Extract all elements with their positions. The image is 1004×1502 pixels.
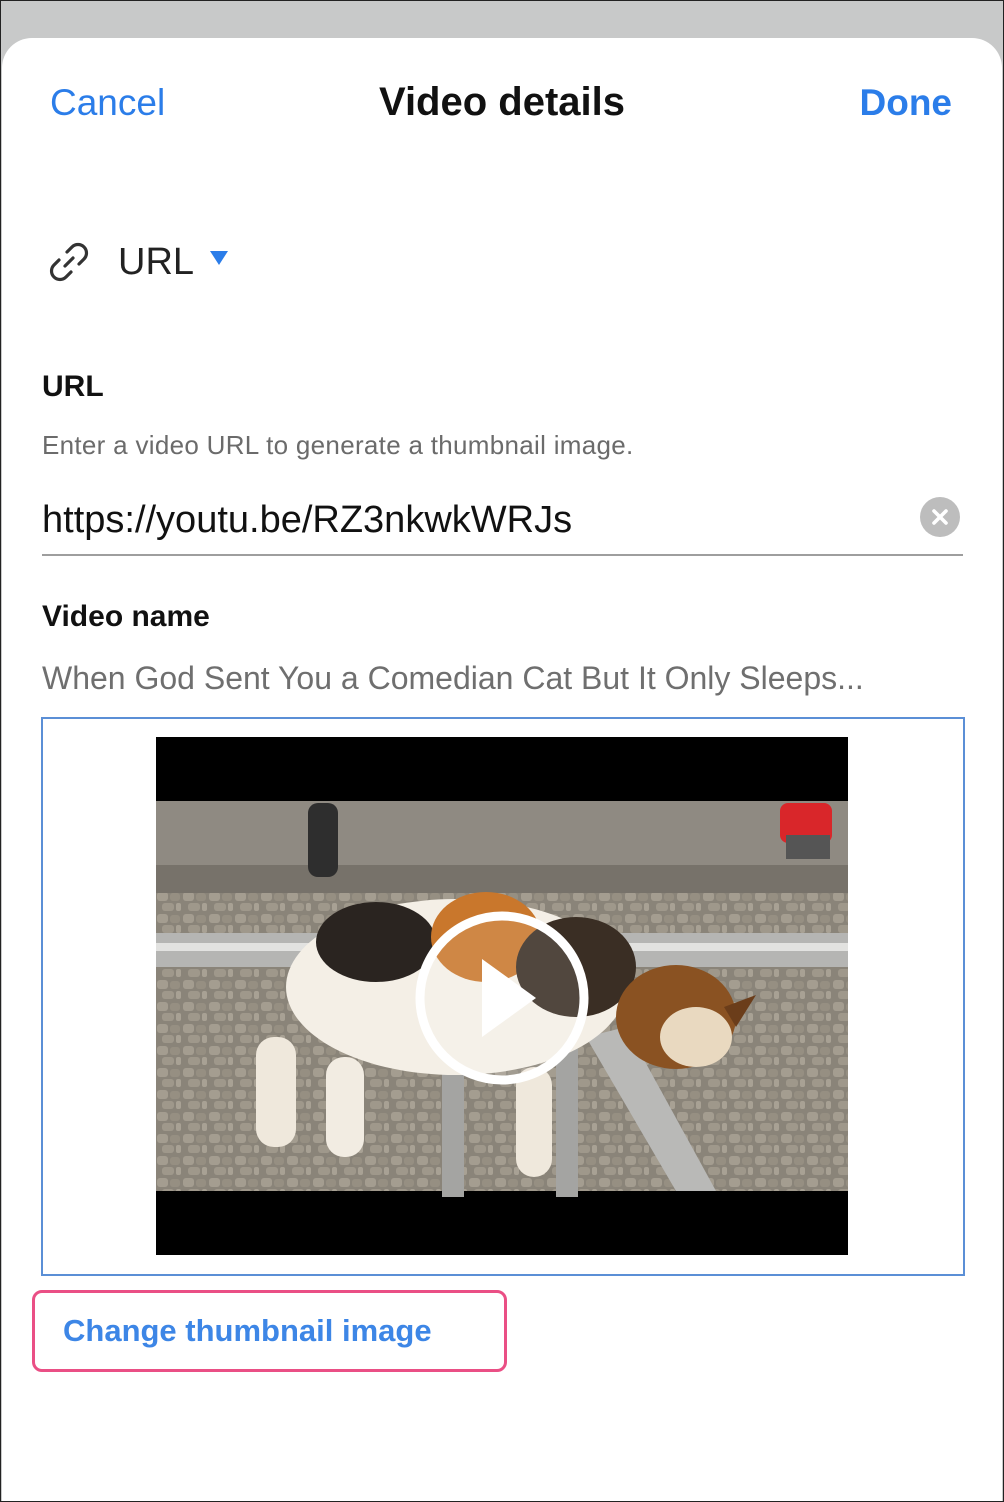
url-input[interactable]	[42, 490, 902, 550]
url-help-text: Enter a video URL to generate a thumbnai…	[42, 430, 634, 460]
video-name-value: When God Sent You a Comedian Cat But It …	[42, 660, 864, 696]
link-icon	[44, 237, 94, 287]
thumbnail-image	[156, 737, 848, 1255]
video-name-label: Video name	[42, 600, 210, 633]
change-thumbnail-button[interactable]: Change thumbnail image	[32, 1290, 507, 1372]
source-type-label: URL	[118, 240, 195, 283]
page-title: Video details	[378, 80, 625, 124]
clear-circle-icon[interactable]	[920, 497, 960, 537]
thumbnail-container	[41, 717, 965, 1276]
video-thumbnail[interactable]	[156, 737, 848, 1255]
url-field-label: URL	[42, 370, 104, 403]
triangle-down-icon	[208, 249, 230, 267]
url-field	[42, 490, 963, 556]
source-type-selector[interactable]: URL	[44, 234, 230, 290]
done-button[interactable]: Done	[860, 82, 953, 124]
